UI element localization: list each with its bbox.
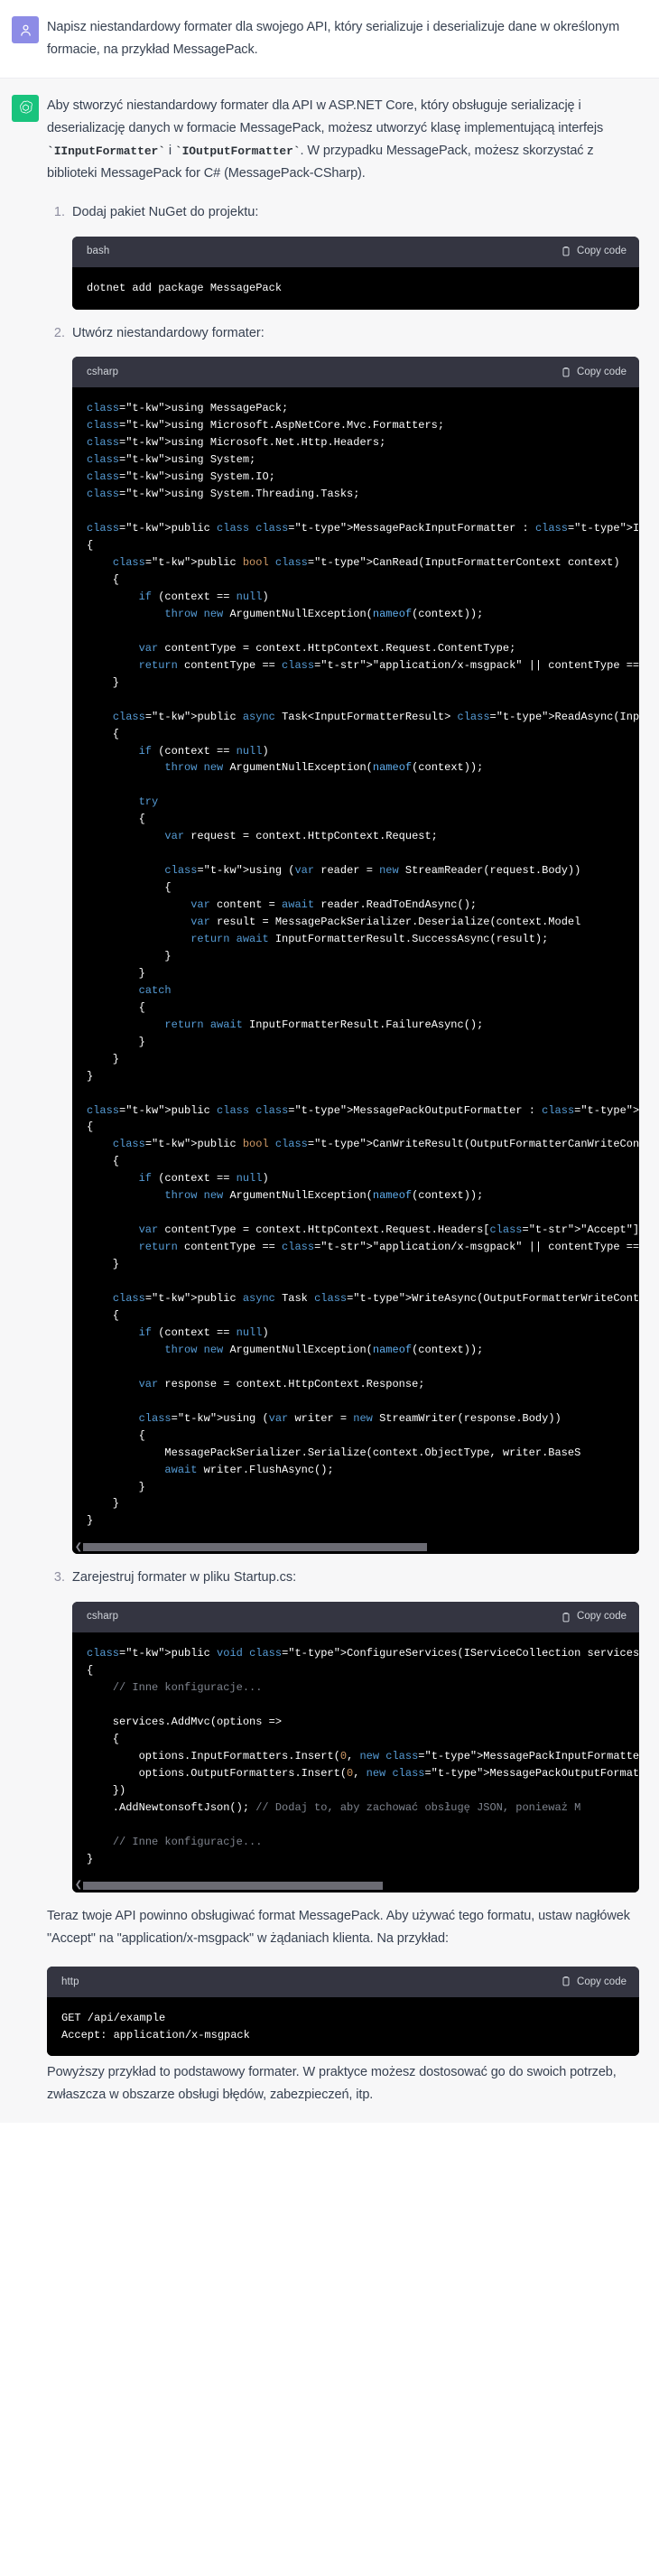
steps-list: Dodaj pakiet NuGet do projektu: bash Cop… <box>47 201 639 1892</box>
clipboard-icon <box>562 367 570 377</box>
user-message-turn: Napisz niestandardowy formater dla swoje… <box>0 0 659 79</box>
copy-code-button[interactable]: Copy code <box>561 243 627 261</box>
code-block-http: http Copy code GET /api/example Accept: … <box>47 1966 639 2057</box>
assistant-intro-paragraph: Aby stworzyć niestandardowy formater dla… <box>47 95 639 185</box>
scrollbar-thumb[interactable] <box>83 1543 427 1552</box>
assistant-avatar <box>12 94 39 122</box>
code-language-label: bash <box>87 245 110 256</box>
user-avatar <box>12 16 39 43</box>
code-content-csharp-formatter: class="t-kw">using MessagePack; class="t… <box>72 387 639 1543</box>
scroll-left-arrow-icon[interactable]: ❮ <box>74 1881 83 1890</box>
step-1-label: Dodaj pakiet NuGet do projektu: <box>72 204 259 219</box>
list-item: Zarejestruj formater w pliku Startup.cs:… <box>69 1567 639 1892</box>
clipboard-icon <box>562 1612 570 1623</box>
inline-code-ioutputformatter: `IOutputFormatter` <box>174 144 301 158</box>
user-avatar-column <box>0 16 47 61</box>
code-content-csharp-startup: class="t-kw">public void class="t-type">… <box>72 1632 639 1881</box>
copy-code-label: Copy code <box>577 366 627 377</box>
scrollbar-track[interactable] <box>83 1881 637 1890</box>
assistant-closing-paragraph-1: Teraz twoje API powinno obsługiwać forma… <box>47 1908 630 1946</box>
assistant-avatar-column <box>0 94 47 2106</box>
step-2-label: Utwórz niestandardowy formater: <box>72 325 265 340</box>
intro-mid: i <box>164 143 175 158</box>
code-language-label: csharp <box>87 366 119 377</box>
assistant-message-body: Aby stworzyć niestandardowy formater dla… <box>47 95 659 2106</box>
intro-part1: Aby stworzyć niestandardowy formater dla… <box>47 98 604 135</box>
clipboard-icon <box>562 1976 570 1986</box>
step-3-label: Zarejestruj formater w pliku Startup.cs: <box>72 1570 297 1586</box>
copy-code-label: Copy code <box>577 1976 627 1987</box>
assistant-closing-paragraph-2: Powyższy przykład to podstawowy formater… <box>47 2065 617 2103</box>
list-item: Utwórz niestandardowy formater: csharp C… <box>69 322 639 1555</box>
clipboard-icon <box>562 246 570 256</box>
code-block-bash: bash Copy code dotnet add package Messag… <box>72 236 639 310</box>
copy-code-button[interactable]: Copy code <box>561 1608 627 1626</box>
code-block-header: bash Copy code <box>72 236 639 267</box>
code-language-label: csharp <box>87 1611 119 1623</box>
code-content-bash: dotnet add package MessagePack <box>72 266 639 310</box>
code-block-header: http Copy code <box>47 1966 639 1997</box>
openai-logo-icon <box>19 101 32 114</box>
user-message-text: Napisz niestandardowy formater dla swoje… <box>47 20 620 57</box>
user-person-icon <box>20 24 31 36</box>
scroll-left-arrow-icon[interactable]: ❮ <box>74 1542 83 1552</box>
code-block-csharp-formatter: csharp Copy code class="t-kw">using Mess… <box>72 357 639 1555</box>
copy-code-button[interactable]: Copy code <box>561 364 627 382</box>
code-horizontal-scrollbar[interactable]: ❮ <box>72 1880 639 1892</box>
user-message-body: Napisz niestandardowy formater dla swoje… <box>47 16 659 61</box>
scrollbar-thumb[interactable] <box>83 1881 383 1890</box>
assistant-message-turn: Aby stworzyć niestandardowy formater dla… <box>0 78 659 2124</box>
code-block-header: csharp Copy code <box>72 1602 639 1633</box>
inline-code-iinputformatter: `IInputFormatter` <box>47 144 165 158</box>
code-content-http: GET /api/example Accept: application/x-m… <box>47 1996 639 2057</box>
copy-code-button[interactable]: Copy code <box>561 1976 627 1987</box>
copy-code-label: Copy code <box>577 245 627 256</box>
scrollbar-track[interactable] <box>83 1543 637 1552</box>
code-block-csharp-startup: csharp Copy code class="t-kw">public voi… <box>72 1602 639 1892</box>
code-language-label: http <box>61 1976 79 1987</box>
code-horizontal-scrollbar[interactable]: ❮ <box>72 1542 639 1555</box>
copy-code-label: Copy code <box>577 1611 627 1623</box>
code-block-header: csharp Copy code <box>72 357 639 388</box>
list-item: Dodaj pakiet NuGet do projektu: bash Cop… <box>69 201 639 310</box>
